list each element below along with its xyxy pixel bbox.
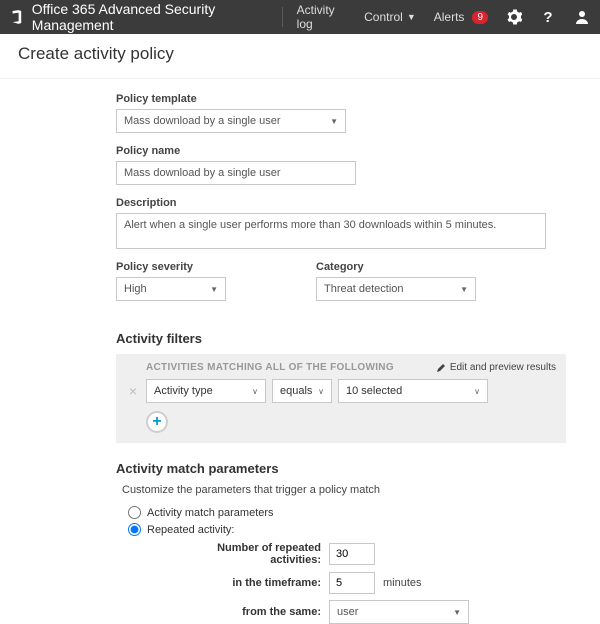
chevron-down-icon: ∨	[474, 387, 480, 396]
edit-preview-link[interactable]: Edit and preview results	[436, 362, 556, 373]
chevron-down-icon: ▼	[453, 608, 461, 617]
repeat-count-label: Number of repeated activities:	[166, 542, 321, 566]
timeframe-input[interactable]	[329, 572, 375, 594]
radio-single-input[interactable]	[128, 506, 141, 519]
activity-match-header: Activity match parameters	[116, 461, 600, 476]
chevron-down-icon: ∨	[252, 387, 258, 396]
form-area: Policy template Mass download by a singl…	[0, 79, 600, 624]
description-textarea[interactable]: Alert when a single user performs more t…	[116, 213, 546, 249]
alert-count-badge: 9	[472, 11, 488, 24]
chevron-down-icon: ▼	[210, 285, 218, 294]
policy-template-select[interactable]: Mass download by a single user▼	[116, 109, 346, 133]
filter-row: × Activity type∨ equals∨ 10 selected∨	[116, 377, 566, 405]
chevron-down-icon: ▼	[460, 285, 468, 294]
severity-label: Policy severity	[116, 261, 226, 273]
nav-alerts[interactable]: Alerts9	[434, 10, 488, 24]
radio-single-activity[interactable]: Activity match parameters	[128, 506, 600, 519]
radio-repeated-input[interactable]	[128, 523, 141, 536]
radio-repeated-activity[interactable]: Repeated activity:	[128, 523, 600, 536]
user-icon[interactable]	[574, 9, 590, 25]
timeframe-unit: minutes	[383, 577, 422, 589]
pencil-icon	[436, 363, 446, 373]
topbar: Office 365 Advanced Security Management …	[0, 0, 600, 34]
description-label: Description	[116, 197, 600, 209]
category-select[interactable]: Threat detection▼	[316, 277, 476, 301]
filter-value-select[interactable]: 10 selected∨	[338, 379, 488, 403]
nav-divider	[282, 7, 283, 27]
app-title: Office 365 Advanced Security Management	[32, 1, 264, 33]
remove-filter-button[interactable]: ×	[126, 383, 140, 399]
chevron-down-icon: ▼	[330, 117, 338, 126]
policy-template-label: Policy template	[116, 93, 600, 105]
category-label: Category	[316, 261, 476, 273]
timeframe-label: in the timeframe:	[166, 577, 321, 589]
match-params-hint: Customize the parameters that trigger a …	[122, 484, 600, 496]
svg-text:?: ?	[543, 9, 552, 25]
activity-filters-header: Activity filters	[116, 331, 600, 346]
policy-name-input[interactable]	[116, 161, 356, 185]
filter-field-select[interactable]: Activity type∨	[146, 379, 266, 403]
filter-matching-label: ACTIVITIES MATCHING ALL OF THE FOLLOWING	[146, 362, 394, 373]
repeat-count-input[interactable]	[329, 543, 375, 565]
help-icon[interactable]: ?	[540, 9, 556, 25]
chevron-down-icon: ▼	[407, 12, 416, 22]
severity-select[interactable]: High▼	[116, 277, 226, 301]
from-same-label: from the same:	[166, 606, 321, 618]
from-same-select[interactable]: user▼	[329, 600, 469, 624]
filter-operator-select[interactable]: equals∨	[272, 379, 332, 403]
chevron-down-icon: ∨	[318, 387, 324, 396]
add-filter-button[interactable]: +	[146, 411, 168, 433]
gear-icon[interactable]	[506, 9, 522, 25]
page-title: Create activity policy	[0, 34, 600, 79]
office-logo-icon	[10, 9, 24, 25]
nav-control[interactable]: Control▼	[364, 10, 416, 24]
policy-name-label: Policy name	[116, 145, 600, 157]
nav-activity-log[interactable]: Activity log	[297, 3, 346, 31]
activity-filters-panel: ACTIVITIES MATCHING ALL OF THE FOLLOWING…	[116, 354, 566, 443]
repeated-activity-form: Number of repeated activities: in the ti…	[166, 542, 600, 624]
